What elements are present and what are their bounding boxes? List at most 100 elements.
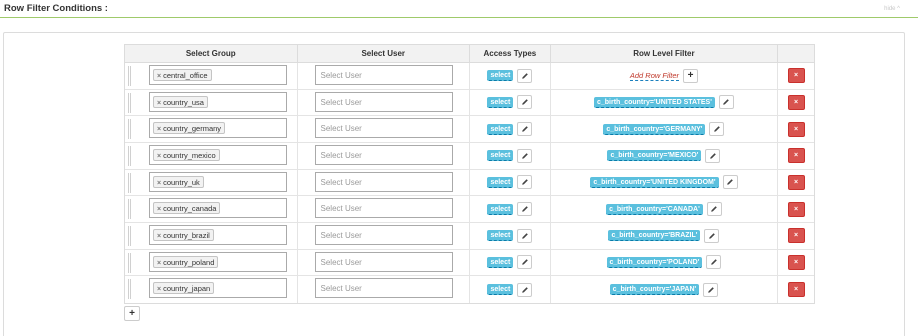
tag-remove-icon[interactable]: × — [157, 180, 161, 187]
drag-handle[interactable] — [128, 92, 131, 113]
drag-handle[interactable] — [128, 172, 131, 193]
edit-access-button[interactable] — [517, 122, 533, 137]
access-cell: select — [470, 276, 551, 303]
row-filter-label[interactable]: c_birth_country='MEXICO' — [607, 150, 702, 162]
user-select-input[interactable]: Select User — [314, 278, 453, 299]
user-placeholder: Select User — [320, 257, 362, 267]
edit-access-button[interactable] — [517, 282, 533, 297]
access-type-select[interactable]: select — [487, 150, 514, 162]
access-type-select[interactable]: select — [487, 70, 514, 82]
edit-access-button[interactable] — [517, 228, 533, 243]
user-cell: Select User — [298, 63, 470, 89]
drag-handle[interactable] — [128, 279, 131, 300]
tag-remove-icon[interactable]: × — [157, 206, 161, 213]
group-select-input[interactable]: × central_office — [149, 65, 287, 85]
tag-remove-icon[interactable]: × — [157, 260, 161, 267]
edit-access-button[interactable] — [517, 95, 533, 110]
edit-filter-button[interactable] — [703, 282, 719, 297]
delete-cell: × — [778, 90, 814, 116]
user-select-input[interactable]: Select User — [314, 91, 453, 112]
edit-filter-button[interactable] — [718, 95, 734, 110]
group-select-input[interactable]: × country_mexico — [149, 144, 287, 165]
group-select-input[interactable]: × country_canada — [149, 198, 287, 219]
delete-row-button[interactable]: × — [787, 201, 805, 217]
delete-row-button[interactable]: × — [787, 68, 805, 84]
hide-toggle-link[interactable]: hide ^ — [884, 6, 900, 12]
row-filter-label[interactable]: c_birth_country='JAPAN' — [609, 284, 700, 296]
access-type-select[interactable]: select — [487, 256, 514, 268]
drag-handle[interactable] — [128, 199, 131, 220]
row-filter-label[interactable]: c_birth_country='POLAND' — [606, 256, 703, 268]
tag-remove-icon[interactable]: × — [157, 73, 161, 80]
edit-filter-button[interactable] — [722, 175, 738, 190]
column-header-row-level-filter: Row Level Filter — [551, 45, 779, 62]
edit-access-button[interactable] — [517, 175, 533, 190]
row-filter-label[interactable]: c_birth_country='CANADA' — [606, 203, 703, 215]
row-filter-label[interactable]: c_birth_country='UNITED STATES' — [593, 96, 715, 108]
add-filter-button[interactable]: + — [683, 68, 699, 83]
row-filter-label[interactable]: c_birth_country='GERMANY' — [603, 123, 706, 135]
pencil-icon — [707, 286, 714, 293]
drag-handle[interactable] — [128, 119, 131, 140]
edit-filter-button[interactable] — [706, 202, 722, 217]
tag-remove-icon[interactable]: × — [157, 126, 161, 133]
delete-row-button[interactable]: × — [787, 94, 805, 110]
user-select-input[interactable]: Select User — [314, 224, 453, 245]
edit-filter-button[interactable] — [709, 122, 725, 137]
edit-filter-button[interactable] — [705, 148, 721, 163]
group-cell: × country_poland — [125, 249, 298, 276]
access-type-select[interactable]: select — [487, 284, 514, 296]
delete-row-button[interactable]: × — [787, 228, 805, 244]
group-select-input[interactable]: × country_usa — [149, 91, 287, 112]
group-select-input[interactable]: × country_japan — [149, 278, 287, 299]
add-row-filter-link[interactable]: Add Row Filter — [629, 71, 680, 81]
tag-remove-icon[interactable]: × — [157, 286, 161, 293]
user-cell: Select User — [298, 276, 470, 303]
tag-remove-icon[interactable]: × — [157, 233, 161, 240]
access-type-select[interactable]: select — [487, 230, 514, 242]
delete-row-button[interactable]: × — [787, 254, 805, 270]
delete-row-button[interactable]: × — [787, 121, 805, 137]
user-select-input[interactable]: Select User — [314, 171, 453, 192]
edit-access-button[interactable] — [517, 202, 533, 217]
user-cell: Select User — [298, 169, 470, 196]
group-select-input[interactable]: × country_brazil — [149, 224, 287, 245]
user-select-input[interactable]: Select User — [314, 144, 453, 165]
edit-filter-button[interactable] — [704, 228, 720, 243]
drag-handle[interactable] — [128, 225, 131, 246]
user-placeholder: Select User — [320, 150, 362, 160]
user-placeholder: Select User — [320, 71, 362, 80]
drag-handle[interactable] — [128, 252, 131, 273]
column-header-access-types: Access Types — [470, 45, 551, 62]
delete-row-button[interactable]: × — [787, 148, 805, 164]
group-tag-label: country_mexico — [163, 150, 216, 160]
user-select-input[interactable]: Select User — [314, 198, 453, 219]
row-filter-label[interactable]: c_birth_country='UNITED KINGDOM' — [590, 176, 719, 188]
group-tag-label: country_japan — [163, 284, 211, 294]
edit-filter-button[interactable] — [706, 255, 722, 270]
access-type-select[interactable]: select — [487, 203, 514, 215]
group-select-input[interactable]: × country_poland — [149, 251, 287, 272]
add-row-button[interactable]: + — [124, 306, 140, 321]
user-cell: Select User — [298, 196, 470, 222]
tag-remove-icon[interactable]: × — [157, 153, 161, 160]
delete-row-button[interactable]: × — [787, 282, 805, 298]
group-select-input[interactable]: × country_uk — [149, 171, 287, 192]
edit-access-button[interactable] — [517, 68, 533, 83]
tag-remove-icon[interactable]: × — [157, 100, 161, 107]
group-select-input[interactable]: × country_germany — [149, 118, 287, 139]
edit-access-button[interactable] — [517, 255, 533, 270]
edit-access-button[interactable] — [517, 148, 533, 163]
user-select-input[interactable]: Select User — [314, 251, 453, 272]
access-type-select[interactable]: select — [487, 96, 514, 108]
table-row: × country_mexico Select User select c_bir… — [125, 142, 814, 170]
drag-handle[interactable] — [128, 66, 131, 86]
user-select-input[interactable]: Select User — [314, 65, 453, 85]
row-filter-label[interactable]: c_birth_country='BRAZIL' — [608, 230, 701, 242]
access-type-select[interactable]: select — [487, 176, 514, 188]
close-icon: × — [794, 72, 799, 80]
access-type-select[interactable]: select — [487, 123, 514, 135]
drag-handle[interactable] — [128, 145, 131, 166]
delete-row-button[interactable]: × — [787, 174, 805, 190]
user-select-input[interactable]: Select User — [314, 118, 453, 139]
